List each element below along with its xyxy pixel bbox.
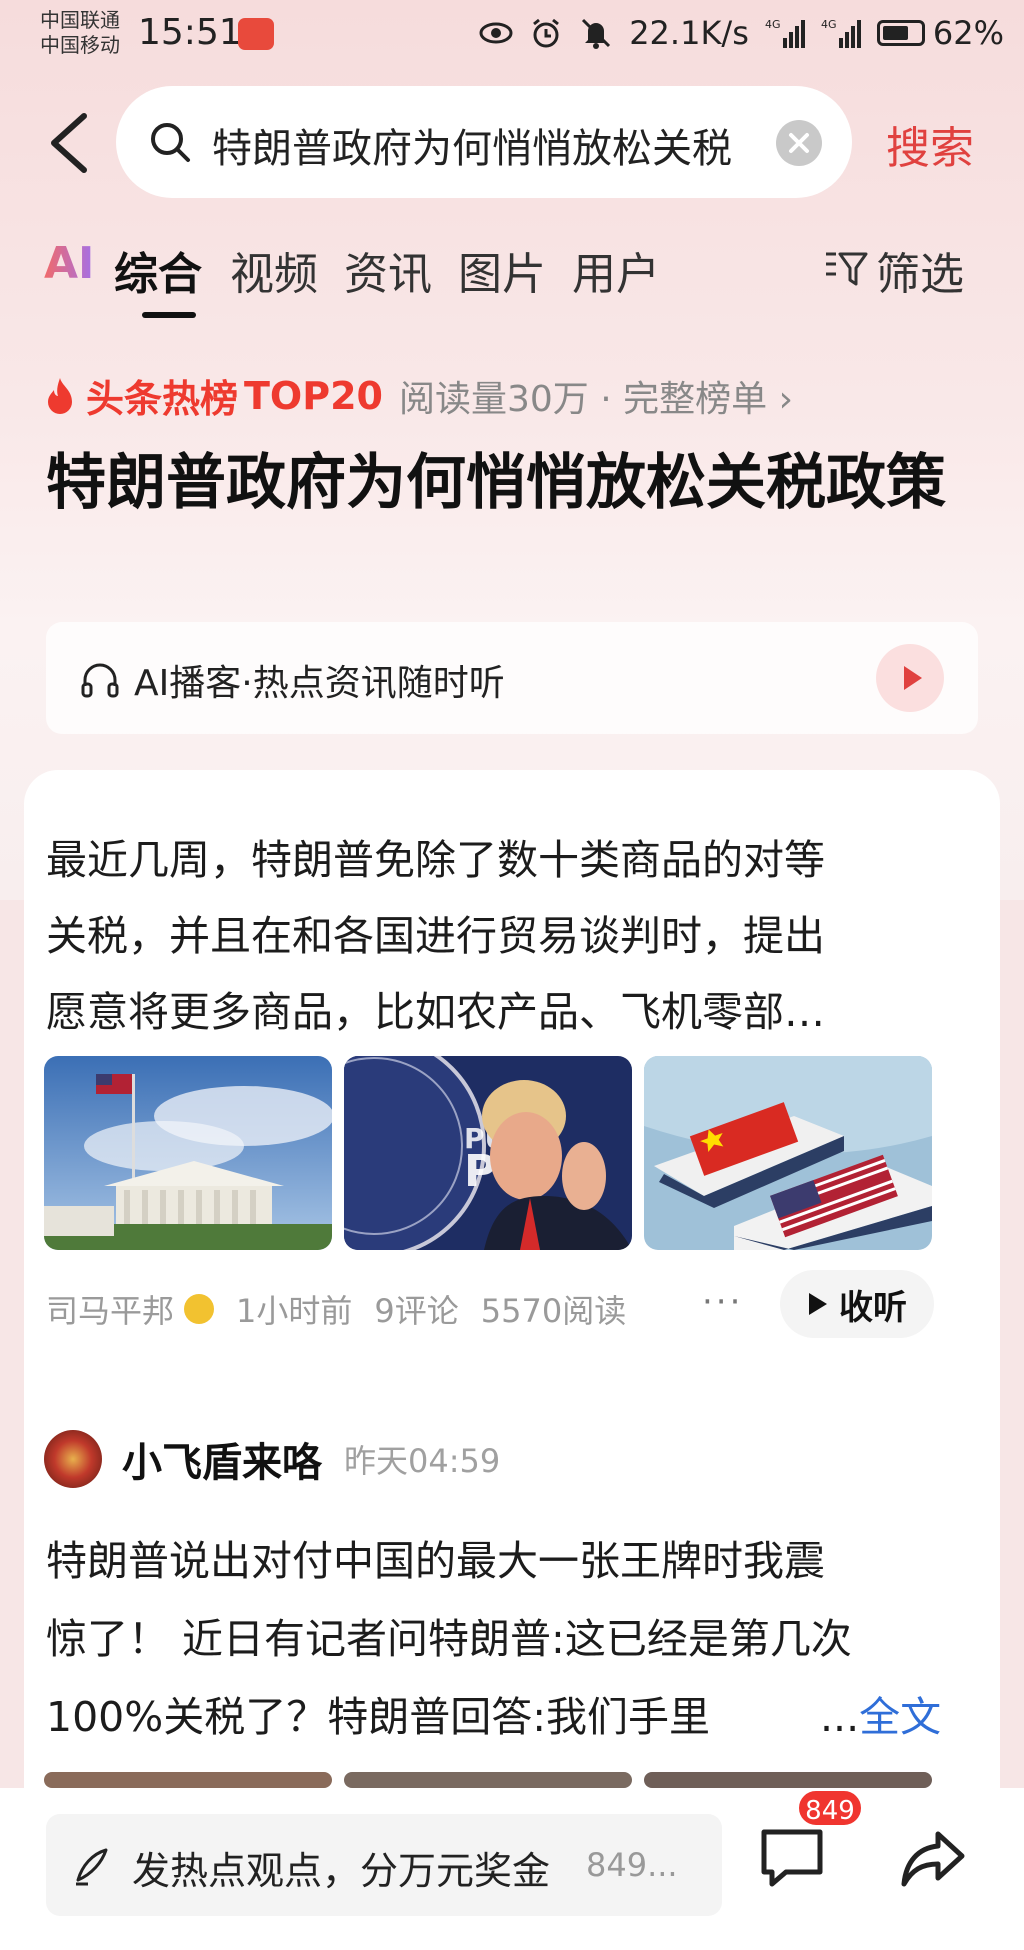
tab-video[interactable]: 视频 xyxy=(230,238,318,302)
svg-text:4G: 4G xyxy=(821,18,837,31)
article-2-images-peek xyxy=(44,1772,932,1788)
hot-list-label: 头条热榜 xyxy=(86,377,239,421)
article-2-line-1: 特朗普说出对付中国的最大一张王牌时我震 xyxy=(46,1537,825,1585)
article-2-time: 昨天04:59 xyxy=(344,1442,501,1480)
article-1-line-1: 最近几周，特朗普免除了数十类商品的对等 xyxy=(46,836,825,884)
article-2-line-2: 惊了！ 近日有记者问特朗普:这已经是第几次 xyxy=(46,1615,852,1663)
fire-icon xyxy=(48,377,72,414)
status-icons: 22.1K/s 4G 4G 62% xyxy=(479,14,1004,52)
active-tab-indicator xyxy=(142,312,196,318)
signal-4g-icon-1: 4G xyxy=(765,18,805,48)
search-icon xyxy=(151,123,190,162)
ai-podcast-bar[interactable]: AI播客·热点资讯随时听 xyxy=(46,622,978,734)
filter-icon xyxy=(826,252,868,286)
share-icon[interactable] xyxy=(900,1828,966,1890)
article-1-author[interactable]: 司马平邦 xyxy=(46,1286,174,1332)
battery-indicator: 62% xyxy=(876,14,1004,52)
hot-list-rank: TOP20 xyxy=(244,373,383,418)
thumbnail-press-conference[interactable]: PU PE xyxy=(344,1056,632,1250)
article-1-line-2: 关税，并且在和各国进行贸易谈判时，提出 xyxy=(46,912,825,960)
tab-images[interactable]: 图片 xyxy=(458,238,546,302)
search-input[interactable]: 特朗普政府为何悄悄放松关税 xyxy=(116,86,852,198)
play-icon[interactable] xyxy=(876,644,944,712)
hot-list-meta[interactable]: 阅读量30万 · 完整榜单 › xyxy=(399,370,793,422)
tab-users[interactable]: 用户 xyxy=(572,238,660,302)
listen-button[interactable]: 收听 xyxy=(780,1270,934,1338)
comment-icon[interactable] xyxy=(756,1822,828,1894)
search-button[interactable]: 搜索 xyxy=(886,112,974,176)
alarm-icon xyxy=(533,18,560,48)
mute-bell-icon xyxy=(582,18,611,49)
bottom-bar: 发热点观点，分万元奖金 849... 849 xyxy=(0,1788,1024,1950)
tab-news[interactable]: 资讯 xyxy=(344,238,432,302)
article-2-author[interactable]: 小飞盾来咯 xyxy=(122,1430,322,1488)
comment-count-inline: 849... xyxy=(586,1846,678,1884)
more-options-icon[interactable]: ··· xyxy=(702,1282,743,1322)
filter-button[interactable]: 筛选 xyxy=(824,238,964,302)
search-query[interactable]: 特朗普政府为何悄悄放松关税 xyxy=(212,116,752,168)
battery-icon xyxy=(876,20,925,46)
listen-label: 收听 xyxy=(839,1287,907,1328)
article-2-summary[interactable]: 特朗普说出对付中国的最大一张王牌时我震 惊了！ 近日有记者问特朗普:这已经是第几… xyxy=(46,1522,946,1756)
battery-percent: 62% xyxy=(932,14,1004,52)
verified-badge-icon xyxy=(184,1294,215,1324)
hot-list-banner[interactable]: 头条热榜 TOP20 阅读量30万 · 完整榜单 › xyxy=(44,368,793,423)
article-1-summary[interactable]: 最近几周，特朗普免除了数十类商品的对等 关税，并且在和各国进行贸易谈判时，提出 … xyxy=(46,822,825,1050)
carrier-1: 中国联通 xyxy=(40,8,120,32)
huawei-app-icon xyxy=(238,18,274,50)
full-text-link[interactable]: 全文 xyxy=(859,1693,941,1741)
thumbnail-peek-2 xyxy=(344,1772,632,1788)
tab-bar: AI 综合 视频 资讯 图片 用户 筛选 xyxy=(44,238,1004,328)
tab-ai[interactable]: AI xyxy=(44,238,94,289)
play-triangle-icon xyxy=(809,1293,827,1315)
pen-icon xyxy=(76,1848,108,1886)
status-bar: 中国联通 中国移动 15:51 22.1K/s 4G 4G 62% xyxy=(0,0,1024,70)
tab-comprehensive[interactable]: 综合 xyxy=(114,238,202,302)
article-2-line-3-row: 100%关税了？特朗普回答:我们手里 ...全文 xyxy=(46,1678,946,1756)
clear-icon[interactable] xyxy=(776,120,822,166)
comment-input[interactable]: 发热点观点，分万元奖金 849... xyxy=(46,1814,722,1916)
article-1-comments: 9评论 xyxy=(374,1292,459,1330)
thumbnail-peek-1 xyxy=(44,1772,332,1788)
article-2-line-3: 100%关税了？特朗普回答:我们手里 xyxy=(46,1693,711,1741)
avatar[interactable] xyxy=(44,1430,102,1488)
article-1-time: 1小时前 xyxy=(236,1292,353,1330)
back-arrow-icon[interactable] xyxy=(46,112,92,174)
carrier-labels: 中国联通 中国移动 xyxy=(40,8,120,58)
eye-icon xyxy=(479,22,513,44)
article-1-line-3: 愿意将更多商品，比如农产品、飞机零部… xyxy=(46,988,825,1036)
podcast-label: AI播客·热点资讯随时听 xyxy=(134,663,505,704)
thumbnail-cargo-ships[interactable] xyxy=(644,1056,932,1250)
thumbnail-supreme-court[interactable] xyxy=(44,1056,332,1250)
filter-label: 筛选 xyxy=(876,249,964,300)
signal-4g-icon-2: 4G xyxy=(821,18,861,48)
article-1-reads: 5570阅读 xyxy=(480,1292,627,1330)
article-1-meta: 司马平邦 1小时前 9评论 5570阅读 xyxy=(46,1286,626,1332)
status-time: 15:51 xyxy=(138,12,242,53)
ellipsis-text: ... xyxy=(820,1693,860,1741)
article-2-author-row[interactable]: 小飞盾来咯 昨天04:59 xyxy=(44,1430,500,1488)
thumbnail-peek-3 xyxy=(644,1772,932,1788)
carrier-2: 中国移动 xyxy=(40,33,120,57)
net-speed: 22.1K/s xyxy=(629,14,749,52)
comment-count-badge: 849 xyxy=(796,1788,864,1828)
headphone-icon xyxy=(81,663,119,698)
article-2-ellipsis: ...全文 xyxy=(820,1678,941,1756)
comment-placeholder: 发热点观点，分万元奖金 xyxy=(132,1849,551,1893)
svg-text:4G: 4G xyxy=(765,18,781,31)
page-title: 特朗普政府为何悄悄放松关税政策 xyxy=(46,448,946,518)
article-1-images[interactable]: PU PE xyxy=(44,1056,932,1250)
